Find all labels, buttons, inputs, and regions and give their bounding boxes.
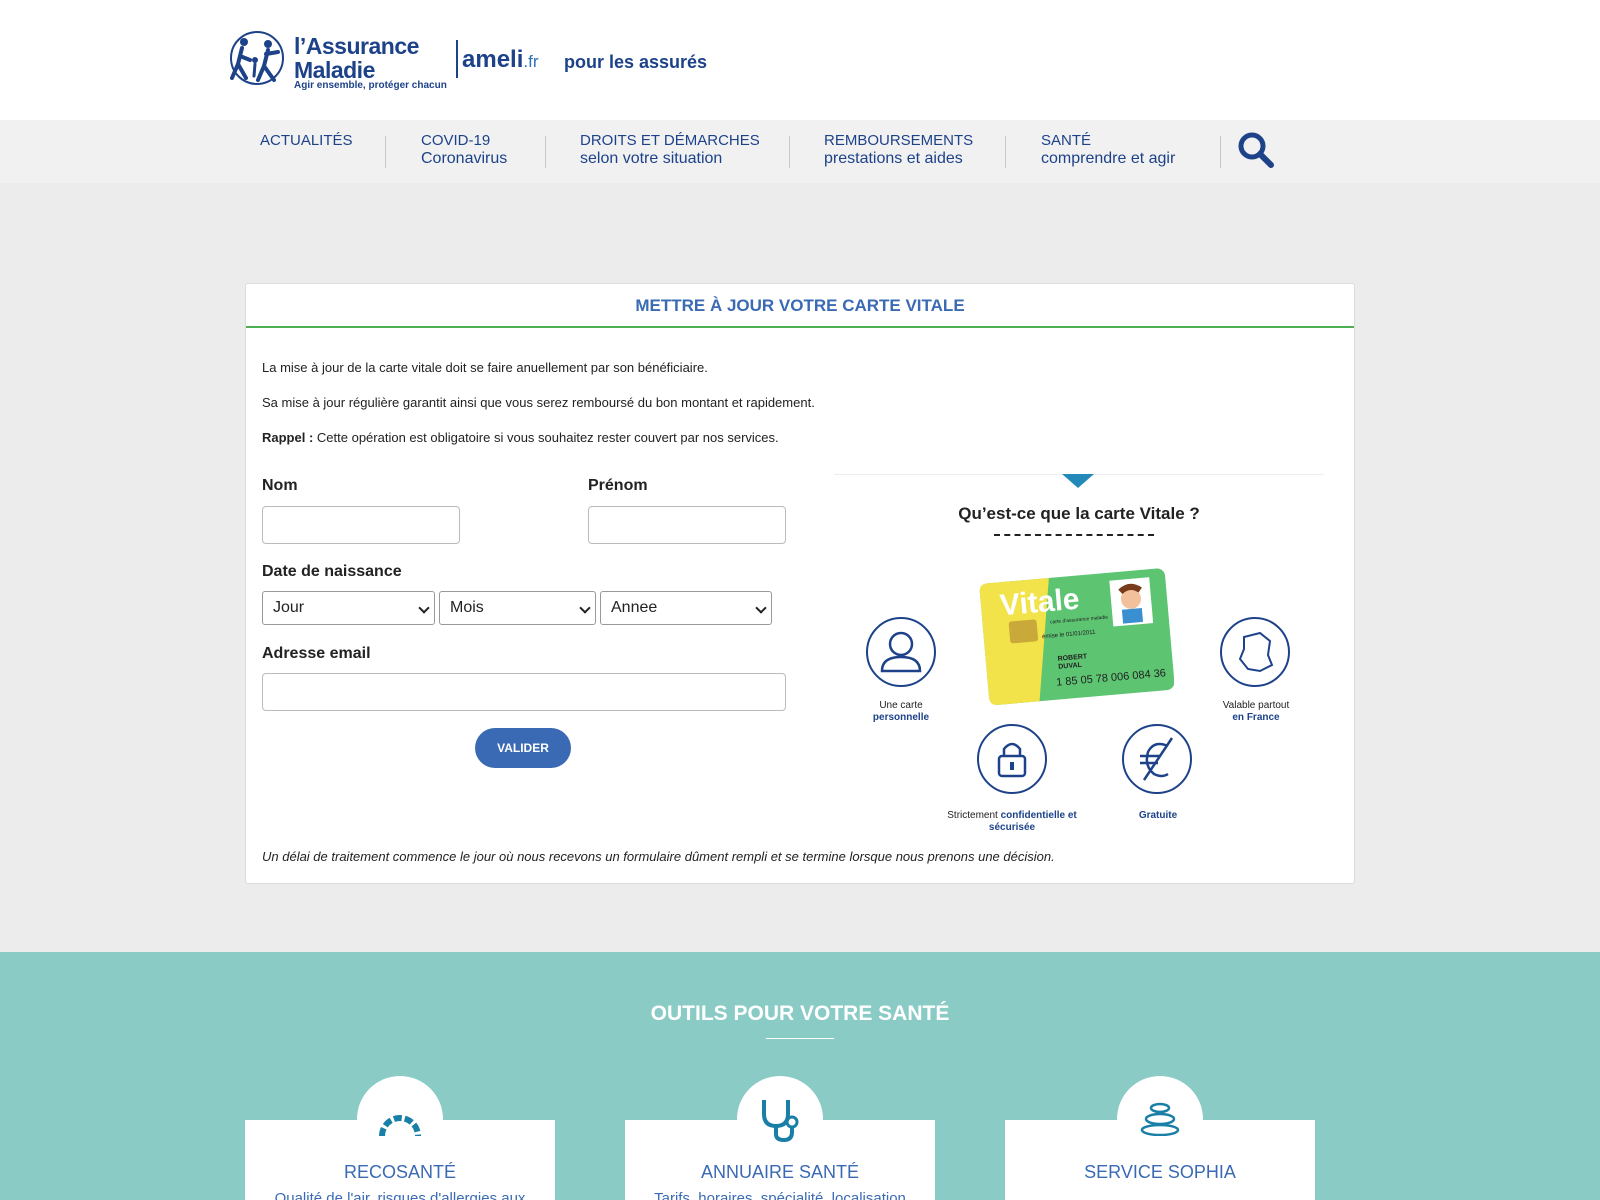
prenom-input[interactable]	[588, 506, 786, 544]
month-select-value: Mois	[450, 599, 484, 616]
search-button[interactable]	[1236, 130, 1276, 170]
reminder-paragraph: Rappel : Cette opération est obligatoire…	[262, 430, 779, 445]
tool-description: Tarifs, horaires, spécialité, localisati…	[654, 1190, 906, 1200]
month-select[interactable]: Mois	[439, 591, 596, 625]
feature-caption: Une carte	[879, 700, 923, 711]
feature-caption-bold: Gratuite	[1138, 810, 1178, 821]
tools-title: Outils pour votre santé	[650, 1002, 950, 1025]
processing-note: Un délai de traitement commence le jour …	[262, 849, 1055, 864]
reminder-text: Cette opération est obligatoire si vous …	[313, 430, 779, 445]
logo-tagline: Agir ensemble, protéger chacun	[294, 80, 447, 91]
stones-icon	[1140, 1102, 1180, 1136]
day-select-value: Jour	[273, 599, 305, 616]
vitale-update-card: Mettre à jour votre carte vitale La mise…	[245, 283, 1355, 884]
audience-label: pour les assurés	[564, 52, 708, 72]
logo-line-1: l’Assurance	[294, 33, 419, 59]
nav-item-covid[interactable]: COVID-19 Coronavirus	[421, 132, 507, 168]
tool-description: Qualité de l'air, risques d'allergies au…	[274, 1190, 526, 1200]
stethoscope-icon	[762, 1100, 799, 1142]
triangle-marker-icon	[1062, 474, 1094, 488]
dob-label: Date de naissance	[262, 563, 402, 580]
feature-caption-bold: en France	[1232, 712, 1280, 723]
card-title: Mettre à jour votre carte vitale	[246, 284, 1354, 328]
nav-item-label: COVID-19	[421, 132, 491, 149]
gauge-icon	[379, 1115, 421, 1137]
tool-bubble	[357, 1076, 443, 1162]
year-select[interactable]: Annee	[600, 591, 772, 625]
chevron-down-icon	[579, 602, 591, 614]
tool-name: Service sophia	[1084, 1162, 1236, 1182]
feature-caption-bold: confidentielle et sécurisée	[988, 810, 1077, 833]
nav-item-droits[interactable]: Droits et démarches selon votre situatio…	[580, 132, 760, 168]
prenom-label: Prénom	[588, 477, 648, 494]
nav-item-actualites[interactable]: Actualités	[260, 132, 353, 150]
nav-item-label: Santé	[1041, 132, 1092, 149]
email-label: Adresse email	[262, 645, 371, 662]
person-icon	[866, 617, 936, 687]
title-dash-rule	[994, 534, 1154, 536]
euro-crossed-icon	[1122, 724, 1192, 794]
assurance-maladie-logo[interactable]: l’Assurance Maladie Agir ensemble, proté…	[224, 24, 448, 96]
nav-item-label: Droits et démarches	[580, 132, 760, 149]
feature-caption-bold: personnelle	[872, 712, 930, 723]
tool-name: Recosanté	[343, 1162, 457, 1182]
email-input[interactable]	[262, 673, 786, 711]
logo-figures-icon	[230, 31, 284, 85]
intro-paragraph-1: La mise à jour de la carte vitale doit s…	[262, 360, 708, 375]
feature-france: Valable partout en France	[1206, 700, 1306, 724]
nav-item-sublabel: selon votre situation	[580, 150, 723, 167]
feature-personal: Une carte personnelle	[850, 700, 952, 724]
info-title: Qu’est-ce que la carte Vitale ?	[958, 504, 1200, 523]
feature-caption: Strictement	[947, 810, 998, 821]
submit-button[interactable]: VALIDER	[475, 728, 571, 768]
day-select[interactable]: Jour	[262, 591, 435, 625]
nav-separator	[385, 136, 386, 168]
nav-item-sante[interactable]: Santé comprendre et agir	[1041, 132, 1175, 168]
feature-caption: Valable partout	[1222, 700, 1290, 711]
tool-bubble	[1117, 1076, 1203, 1162]
france-map-icon	[1220, 617, 1290, 687]
site-header: l’Assurance Maladie Agir ensemble, proté…	[0, 0, 1600, 120]
nav-item-label: Actualités	[260, 132, 353, 149]
nom-label: Nom	[262, 477, 298, 494]
nav-item-sublabel: comprendre et agir	[1041, 150, 1176, 167]
logo-line-2: Maladie	[294, 57, 375, 83]
tool-name: Annuaire santé	[700, 1162, 860, 1182]
reminder-label: Rappel :	[262, 430, 314, 445]
main-nav: Actualités COVID-19 Coronavirus Droits e…	[0, 120, 1600, 183]
header-divider	[456, 40, 458, 78]
health-tools-section: Outils pour votre santé Recosanté Qualit…	[0, 952, 1600, 1200]
feature-secure: Strictement confidentielle et sécurisée	[946, 810, 1078, 834]
nav-item-label: Remboursements	[824, 132, 974, 149]
tool-bubble	[737, 1076, 823, 1162]
nav-item-remboursements[interactable]: Remboursements prestations et aides	[824, 132, 973, 168]
vitale-info-graphic: Qu’est-ce que la carte Vitale ? Vitale c…	[834, 474, 1324, 834]
nav-separator	[545, 136, 546, 168]
ameli-name: ameli	[462, 46, 524, 73]
nom-input[interactable]	[262, 506, 460, 544]
intro-paragraph-2: Sa mise à jour régulière garantit ainsi …	[262, 395, 815, 410]
lock-icon	[977, 724, 1047, 794]
year-select-value: Annee	[611, 599, 658, 616]
tools-title-underline	[766, 1038, 834, 1039]
feature-free: Gratuite	[1106, 810, 1210, 822]
chevron-down-icon	[755, 602, 767, 614]
nav-separator	[789, 136, 790, 168]
ameli-tld: .fr	[523, 52, 539, 71]
search-icon	[1238, 132, 1274, 168]
ameli-logo[interactable]: ameli.fr	[462, 46, 538, 74]
nav-item-sublabel: Coronavirus	[421, 150, 508, 167]
nav-separator	[1005, 136, 1006, 168]
nav-separator	[1220, 136, 1221, 168]
chevron-down-icon	[418, 602, 430, 614]
nav-item-sublabel: prestations et aides	[824, 150, 963, 167]
